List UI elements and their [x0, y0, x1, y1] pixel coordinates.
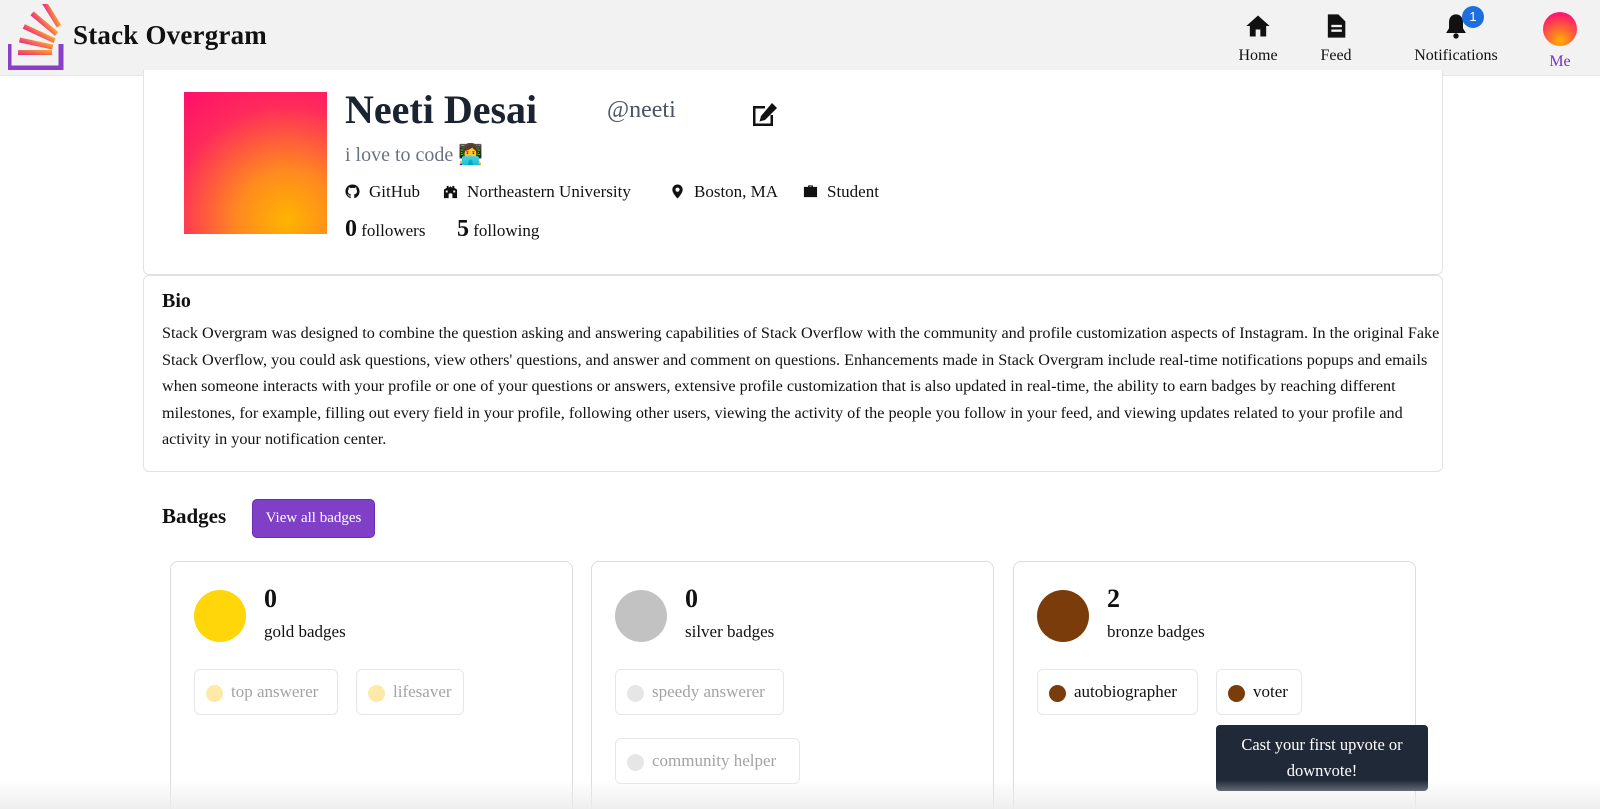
- following-link[interactable]: 5 following: [457, 216, 539, 243]
- profile-avatar: [184, 92, 327, 234]
- badge-chip-label: autobiographer: [1074, 682, 1177, 701]
- location-label: Boston, MA: [694, 182, 779, 201]
- top-nav-bar: Stack Overgram Home Feed 1 Notifications…: [0, 0, 1600, 76]
- brand-name[interactable]: Stack Overgram: [73, 20, 267, 51]
- bronze-badge-count: 2: [1107, 584, 1120, 613]
- badge-chip-speedy-answerer[interactable]: speedy answerer: [615, 669, 784, 715]
- silver-dot-icon: [627, 685, 644, 702]
- silver-badge-count: 0: [685, 584, 698, 613]
- followers-count: 0: [345, 216, 357, 242]
- nav-notifications[interactable]: 1 Notifications: [1406, 6, 1506, 65]
- nav-feed-label: Feed: [1320, 47, 1352, 64]
- bronze-dot-icon: [1228, 685, 1245, 702]
- nav-me[interactable]: Me: [1540, 12, 1580, 71]
- github-label: GitHub: [369, 182, 420, 201]
- stack-overgram-logo-icon[interactable]: [8, 4, 66, 70]
- nav-feed[interactable]: Feed: [1306, 12, 1366, 65]
- github-icon: [345, 184, 360, 199]
- bio-title: Bio: [162, 290, 191, 312]
- badges-title: Badges: [162, 504, 227, 528]
- nav-home-label: Home: [1238, 47, 1278, 64]
- bio-text: Stack Overgram was designed to combine t…: [162, 324, 1440, 448]
- followers-link[interactable]: 0 followers: [345, 216, 425, 243]
- silver-badge-label: silver badges: [685, 622, 775, 641]
- badge-chip-community-helper[interactable]: community helper: [615, 738, 800, 784]
- badge-chip-top-answerer[interactable]: top answerer: [194, 669, 338, 715]
- me-avatar: [1543, 12, 1577, 46]
- gold-dot-icon: [368, 685, 385, 702]
- profile-tagline: i love to code 👩‍💻: [345, 144, 484, 166]
- badge-chip-label: voter: [1253, 682, 1288, 701]
- badge-chip-label: top answerer: [231, 682, 319, 701]
- gold-medal-icon: [194, 590, 246, 642]
- school-icon: [443, 185, 458, 199]
- silver-badges-card: 0 silver badges speedy answerer communit…: [591, 561, 994, 809]
- gold-badges-card: 0 gold badges top answerer lifesaver: [170, 561, 573, 809]
- briefcase-icon: [803, 185, 818, 198]
- nav-home[interactable]: Home: [1218, 12, 1298, 65]
- gold-dot-icon: [206, 685, 223, 702]
- badge-chip-label: speedy answerer: [652, 682, 765, 701]
- location-pin-icon: [672, 184, 683, 199]
- gold-badge-count: 0: [264, 584, 277, 613]
- badge-chip-voter[interactable]: voter: [1216, 669, 1302, 715]
- badge-tooltip: Cast your first upvote or downvote!: [1216, 725, 1428, 791]
- following-label: following: [473, 221, 540, 240]
- profile-name: Neeti Desai: [345, 87, 538, 132]
- document-icon: [1327, 14, 1346, 38]
- badge-chip-lifesaver[interactable]: lifesaver: [356, 669, 464, 715]
- profile-handle: @neeti: [607, 97, 676, 123]
- following-count: 5: [457, 216, 469, 242]
- notification-count-badge: 1: [1462, 6, 1484, 28]
- profile-card: [143, 70, 1443, 275]
- badge-chip-label: community helper: [652, 751, 777, 770]
- home-icon: [1246, 15, 1270, 37]
- followers-label: followers: [361, 221, 426, 240]
- silver-dot-icon: [627, 754, 644, 771]
- bronze-badge-label: bronze badges: [1107, 622, 1205, 641]
- view-all-badges-button[interactable]: View all badges: [252, 499, 375, 538]
- edit-profile-icon[interactable]: [750, 100, 780, 128]
- badge-chip-autobiographer[interactable]: autobiographer: [1037, 669, 1198, 715]
- silver-medal-icon: [615, 590, 667, 642]
- nav-notifications-label: Notifications: [1414, 47, 1498, 64]
- school-label: Northeastern University: [467, 182, 631, 201]
- nav-me-label: Me: [1549, 53, 1571, 70]
- occupation-label: Student: [827, 182, 879, 201]
- bronze-dot-icon: [1049, 685, 1066, 702]
- gold-badge-label: gold badges: [264, 622, 346, 641]
- bronze-medal-icon: [1037, 590, 1089, 642]
- badge-chip-label: lifesaver: [393, 682, 452, 701]
